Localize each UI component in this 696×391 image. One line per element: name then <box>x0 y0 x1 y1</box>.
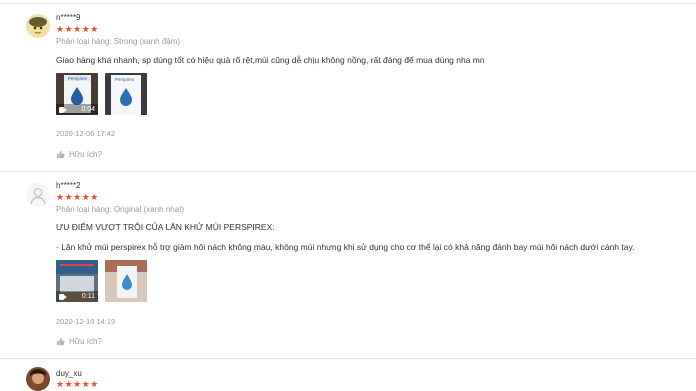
review-item: duy_xu ★★★★★ <box>0 0 696 391</box>
reviewer-username: duy_xu <box>56 369 82 378</box>
avatar[interactable] <box>26 367 50 391</box>
photo-avatar-icon <box>26 367 50 391</box>
